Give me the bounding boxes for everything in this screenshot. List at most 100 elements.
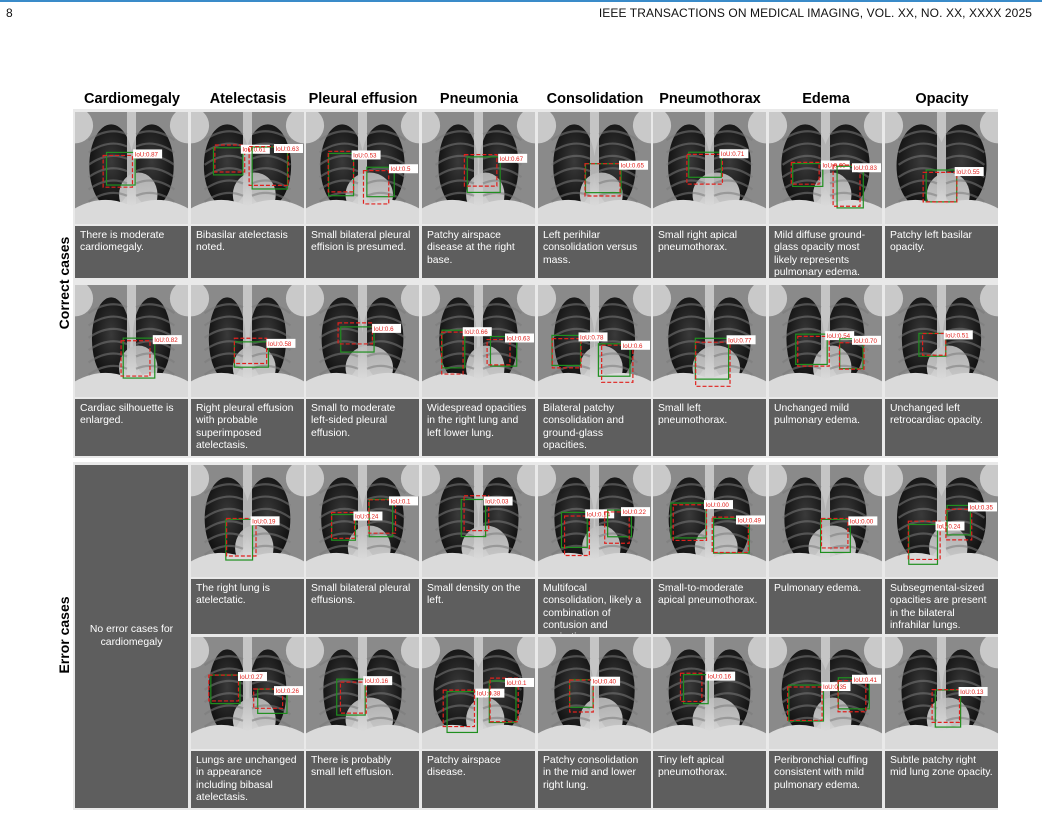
iou-label: IoU:0.67	[500, 156, 524, 163]
caption: Peribronchial cuffing consistent with mi…	[769, 751, 882, 808]
xray-image: IoU:0.67	[422, 112, 535, 224]
xray-image: IoU:0.24 IoU:0.35	[885, 465, 998, 577]
xray-image: IoU:0.00	[769, 465, 882, 577]
xray-image: IoU:0.65	[538, 112, 651, 224]
xray-image: IoU:0.61 IoU:0.63	[191, 112, 304, 224]
iou-label: IoU:0.71	[721, 151, 745, 158]
xray-image: IoU:0.00 IoU:0.49	[653, 465, 766, 577]
xray-image: IoU:0.87	[75, 112, 188, 224]
xray-image: IoU:0.55	[885, 112, 998, 224]
iou-label: IoU:0.82	[154, 337, 178, 344]
caption: Small left pneumothorax.	[653, 399, 766, 456]
iou-label: IoU:0.6	[374, 326, 395, 333]
xray-image: IoU:0.24 IoU:0.1	[306, 465, 419, 577]
xray-image: IoU:0.40	[538, 637, 651, 749]
xray-image: IoU:0.38 IoU:0.1	[422, 637, 535, 749]
iou-label: IoU:0.1	[507, 680, 528, 687]
iou-label: IoU:0.51	[945, 332, 969, 339]
xray-image: IoU:0.14 IoU:0.22	[538, 465, 651, 577]
iou-label: IoU:0.40	[593, 679, 617, 686]
xray-image: IoU:0.78 IoU:0.6	[538, 285, 651, 397]
iou-label: IoU:0.6	[623, 343, 644, 350]
iou-label: IoU:0.00	[705, 502, 729, 509]
column-heading: Consolidation	[546, 91, 644, 107]
caption: Patchy consolidation in the mid and lowe…	[538, 751, 651, 808]
xray-image: IoU:0.6	[306, 285, 419, 397]
iou-label: IoU:0.58	[268, 341, 292, 348]
xray-image: IoU:0.82	[75, 285, 188, 397]
column-heading: Cardiomegaly	[84, 91, 180, 107]
xray-image: IoU:0.35 IoU:0.41	[769, 637, 882, 749]
iou-label: IoU:0.65	[621, 163, 645, 170]
iou-label: IoU:0.87	[135, 151, 159, 158]
iou-label: IoU:0.1	[391, 498, 412, 505]
iou-label: IoU:0.24	[937, 523, 961, 530]
caption: Small density on the left.	[422, 579, 535, 634]
iou-label: IoU:0.35	[970, 504, 994, 511]
caption: Small to moderate left-sided pleural eff…	[306, 399, 419, 456]
caption: Lungs are unchanged in appearance includ…	[191, 751, 304, 808]
iou-label: IoU:0.70	[854, 338, 878, 345]
iou-label: IoU:0.63	[507, 335, 531, 342]
iou-label: IoU:0.78	[580, 334, 604, 341]
caption: Widespread opacities in the right lung a…	[422, 399, 535, 456]
xray-image: IoU:0.13	[885, 637, 998, 749]
iou-label: IoU:0.27	[239, 674, 263, 681]
caption: There is moderate cardiomegaly.	[75, 226, 188, 278]
iou-label: IoU:0.24	[355, 514, 379, 521]
column-heading: Pleural effusion	[308, 91, 418, 107]
xray-image: IoU:0.77	[653, 285, 766, 397]
caption: Right pleural effusion with probable sup…	[191, 399, 304, 456]
caption: Left perihilar consolidation versus mass…	[538, 226, 651, 278]
caption: Patchy airspace disease.	[422, 751, 535, 808]
caption: Bilateral patchy consolidation and groun…	[538, 399, 651, 456]
iou-label: IoU:0.66	[464, 329, 488, 336]
column-heading: Pneumothorax	[659, 91, 761, 107]
xray-image: IoU:0.16	[653, 637, 766, 749]
caption: Cardiac silhouette is enlarged.	[75, 399, 188, 456]
iou-label: IoU:0.41	[854, 677, 878, 684]
row-label: Correct cases	[56, 236, 72, 330]
column-heading: Opacity	[915, 91, 969, 107]
iou-label: IoU:0.5	[391, 166, 412, 173]
caption: Patchy left basilar opacity.	[885, 226, 998, 278]
iou-label: IoU:0.03	[485, 498, 509, 505]
caption: Small right apical pneumothorax.	[653, 226, 766, 278]
caption: Multifocal consolidation, likely a combi…	[538, 579, 651, 634]
caption: Bibasilar atelectasis noted.	[191, 226, 304, 278]
caption: Small bilateral pleural effision is pres…	[306, 226, 419, 278]
iou-label: IoU:0.35	[823, 684, 847, 691]
xray-image: IoU:0.69 IoU:0.83	[769, 112, 882, 224]
xray-image: IoU:0.54 IoU:0.70	[769, 285, 882, 397]
caption: Mild diffuse ground-glass opacity most l…	[769, 226, 882, 278]
caption: Subtle patchy right mid lung zone opacit…	[885, 751, 998, 808]
caption: Patchy airspace disease at the right bas…	[422, 226, 535, 278]
iou-label: IoU:0.63	[276, 146, 300, 153]
iou-label: IoU:0.16	[365, 678, 389, 685]
iou-label: IoU:0.26	[276, 688, 300, 695]
xray-image: IoU:0.27 IoU:0.26	[191, 637, 304, 749]
iou-label: IoU:0.22	[623, 509, 647, 516]
xray-image: IoU:0.58	[191, 285, 304, 397]
iou-label: IoU:0.77	[728, 337, 752, 344]
caption: Unchanged mild pulmonary edema.	[769, 399, 882, 456]
iou-label: IoU:0.00	[850, 518, 874, 525]
caption: There is probably small left effusion.	[306, 751, 419, 808]
journal-header: IEEE TRANSACTIONS ON MEDICAL IMAGING, VO…	[598, 6, 1032, 20]
xray-image: IoU:0.51	[885, 285, 998, 397]
column-heading: Edema	[802, 91, 850, 107]
caption: Pulmonary edema.	[769, 579, 882, 634]
iou-label: IoU:0.49	[738, 517, 762, 524]
xray-image: IoU:0.16	[306, 637, 419, 749]
iou-label: IoU:0.16	[708, 674, 732, 681]
iou-label: IoU:0.61	[242, 147, 266, 154]
xray-image: IoU:0.71	[653, 112, 766, 224]
column-heading: Pneumonia	[439, 91, 519, 107]
caption: Unchanged left retrocardiac opacity.	[885, 399, 998, 456]
caption: The right lung is atelectatic.	[191, 579, 304, 634]
caption: Tiny left apical pneumothorax.	[653, 751, 766, 808]
iou-label: IoU:0.13	[960, 689, 984, 696]
column-heading: Atelectasis	[209, 91, 287, 107]
iou-label: IoU:0.19	[252, 518, 276, 525]
caption: Small bilateral pleural effusions.	[306, 579, 419, 634]
